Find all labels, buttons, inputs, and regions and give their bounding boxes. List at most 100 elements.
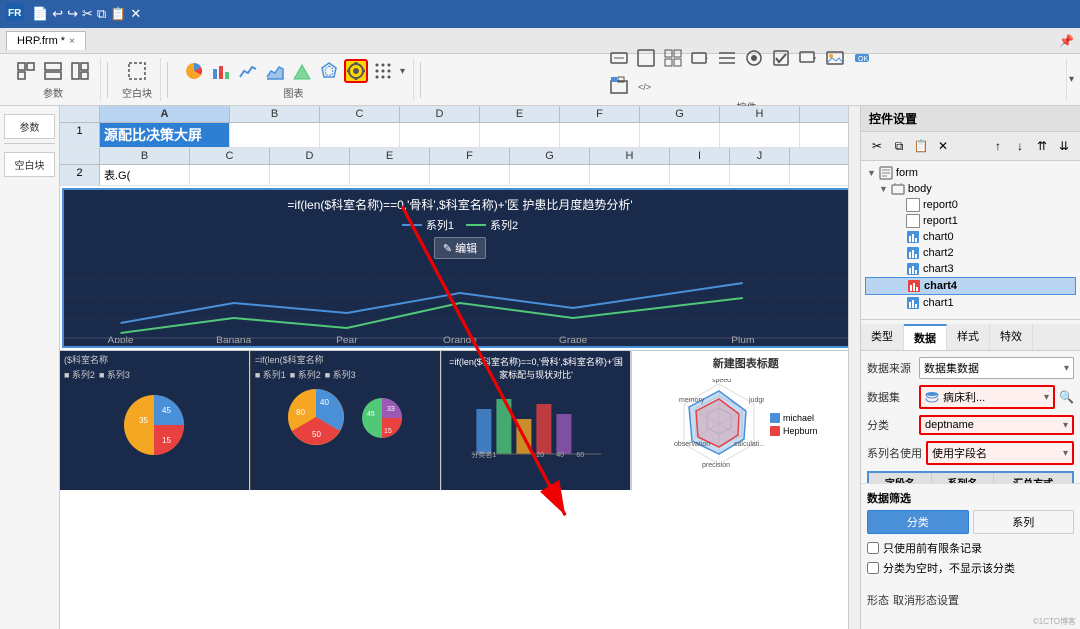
rp-copy-icon[interactable]: ⧉ [889,136,909,156]
filter-tab-category[interactable]: 分类 [867,510,969,534]
rp-cut-icon[interactable]: ✂ [867,136,887,156]
rp-up-icon[interactable]: ↑ [988,136,1008,156]
chart-dropdown-icon[interactable]: ▾ [400,66,405,77]
tree-node-body[interactable]: ▼ body [865,181,1076,197]
cell-D1[interactable] [400,123,480,147]
datasource-select[interactable]: 数据集数据 ▾ [919,357,1074,379]
cell-H1[interactable] [720,123,800,147]
copy-icon[interactable]: ⧉ [97,6,106,22]
param-icon-2[interactable] [41,59,65,83]
tab-effects[interactable]: 特效 [990,324,1033,350]
ctrl-list-icon[interactable] [715,46,739,70]
cell-B1[interactable] [230,123,320,147]
ctrl-btn-icon[interactable]: OK [850,46,874,70]
cell-C1[interactable] [320,123,400,147]
category-select[interactable]: deptname ▾ [919,415,1074,435]
tree-node-chart0[interactable]: chart0 [865,229,1076,245]
svg-text:分类名1: 分类名1 [471,450,496,459]
pie-chart-icon[interactable] [182,59,206,83]
tab-style[interactable]: 样式 [947,324,990,350]
redo-icon[interactable]: ↪ [67,6,78,22]
svg-text:80: 80 [296,408,305,417]
vertical-scrollbar[interactable] [848,106,860,629]
category-dropdown-icon[interactable]: ▾ [1063,420,1068,431]
cell-G1[interactable] [640,123,720,147]
cell-I2[interactable] [670,165,730,185]
dots-chart-icon[interactable] [371,59,395,83]
ctrl-text-icon[interactable] [607,46,631,70]
cell-H2[interactable] [590,165,670,185]
param-icon-1[interactable] [14,59,38,83]
line-chart-icon[interactable] [236,59,260,83]
tab-type[interactable]: 类型 [861,324,904,350]
empty-checkbox[interactable] [867,562,879,574]
tree-node-chart4[interactable]: chart4 [865,277,1076,295]
tree-expand-form[interactable]: ▼ [867,168,876,178]
radar-chart-icon[interactable] [317,59,341,83]
cell-C2[interactable] [190,165,270,185]
ctrl-html-icon[interactable]: </> [634,73,658,97]
mini-chart-3[interactable]: =if(len($科室名称)==0,'骨科',$科室名称)+'国家标配与现状对比… [441,351,632,490]
dataset-search-icon[interactable]: 🔍 [1059,390,1074,404]
cell-J2[interactable] [730,165,790,185]
rp-bottom-icon[interactable]: ⇊ [1054,136,1074,156]
cell-A1[interactable]: 源配比决策大屏 [100,123,230,147]
chart-edit-button[interactable]: ✎ 编辑 [434,237,486,259]
settings-chart-icon[interactable] [344,59,368,83]
tab-hrp[interactable]: HRP.frm * × [6,31,86,50]
bottom-charts: ($科室名称 ■ 系列2■ 系列3 35 45 15 [60,350,860,490]
paste-icon[interactable]: 📋 [110,6,126,22]
filter-tab-series[interactable]: 系列 [973,510,1075,534]
cut-icon[interactable]: ✂ [82,6,93,22]
cell-E1[interactable] [480,123,560,147]
dataset-select[interactable]: 病床利... ▾ [919,385,1055,409]
mountain-chart-icon[interactable] [290,59,314,83]
rp-delete-icon[interactable]: ✕ [933,136,953,156]
ctrl-image-icon[interactable] [823,46,847,70]
ctrl-box-icon[interactable] [634,46,658,70]
controls-dropdown-icon[interactable]: ▾ [1069,74,1074,85]
ctrl-check-icon[interactable] [769,46,793,70]
tab-close-icon[interactable]: × [69,36,75,47]
limit-checkbox[interactable] [867,542,879,554]
datasource-dropdown-icon[interactable]: ▾ [1064,363,1069,374]
mini-chart-2[interactable]: =if(len($科室名称 ■ 系列1■ 系列2■ 系列3 80 40 50 [250,351,441,490]
ctrl-combo-icon[interactable] [688,46,712,70]
rp-paste-icon[interactable]: 📋 [911,136,931,156]
new-icon[interactable]: 📄 [32,6,48,22]
ctrl-radio-icon[interactable] [742,46,766,70]
cell-F1[interactable] [560,123,640,147]
tree-node-chart2[interactable]: chart2 [865,245,1076,261]
cell-D2[interactable] [270,165,350,185]
tree-node-chart3[interactable]: chart3 [865,261,1076,277]
mini-chart-1[interactable]: ($科室名称 ■ 系列2■ 系列3 35 45 15 [60,351,250,490]
rp-down-icon[interactable]: ↓ [1010,136,1030,156]
series-select[interactable]: 使用字段名 ▾ [926,441,1074,465]
ctrl-grid-icon[interactable] [661,46,685,70]
delete-icon[interactable]: ✕ [130,6,141,22]
mini-chart-4[interactable]: 新建图表标题 [631,351,860,490]
ctrl-dropdown-icon[interactable] [796,46,820,70]
tree-expand-body[interactable]: ▼ [879,184,888,194]
line-chart-area[interactable]: =if(len($科室名称)==0,'骨科',$科室名称)+'医 护患比月度趋势… [62,188,858,348]
tree-node-chart1[interactable]: chart1 [865,295,1076,311]
param-icon-3[interactable] [68,59,92,83]
cell-F2[interactable] [430,165,510,185]
rp-top-icon[interactable]: ⇈ [1032,136,1052,156]
cell-E2[interactable] [350,165,430,185]
blank-block-icon[interactable] [125,59,149,83]
ctrl-tab-icon[interactable] [607,73,631,97]
params-block: 参数 [4,114,55,139]
cell-B2[interactable]: 表.G( [100,165,190,185]
series-dropdown-icon[interactable]: ▾ [1063,448,1068,459]
bar-chart-icon[interactable] [209,59,233,83]
area-chart-icon[interactable] [263,59,287,83]
undo-icon[interactable]: ↩ [52,6,63,22]
tab-data[interactable]: 数据 [904,324,947,350]
tree-node-form[interactable]: ▼ form [865,165,1076,181]
cell-G2[interactable] [510,165,590,185]
pin-icon[interactable]: 📌 [1059,34,1074,48]
tree-node-report0[interactable]: report0 [865,197,1076,213]
tree-node-report1[interactable]: report1 [865,213,1076,229]
dataset-dropdown-icon[interactable]: ▾ [1044,392,1049,403]
